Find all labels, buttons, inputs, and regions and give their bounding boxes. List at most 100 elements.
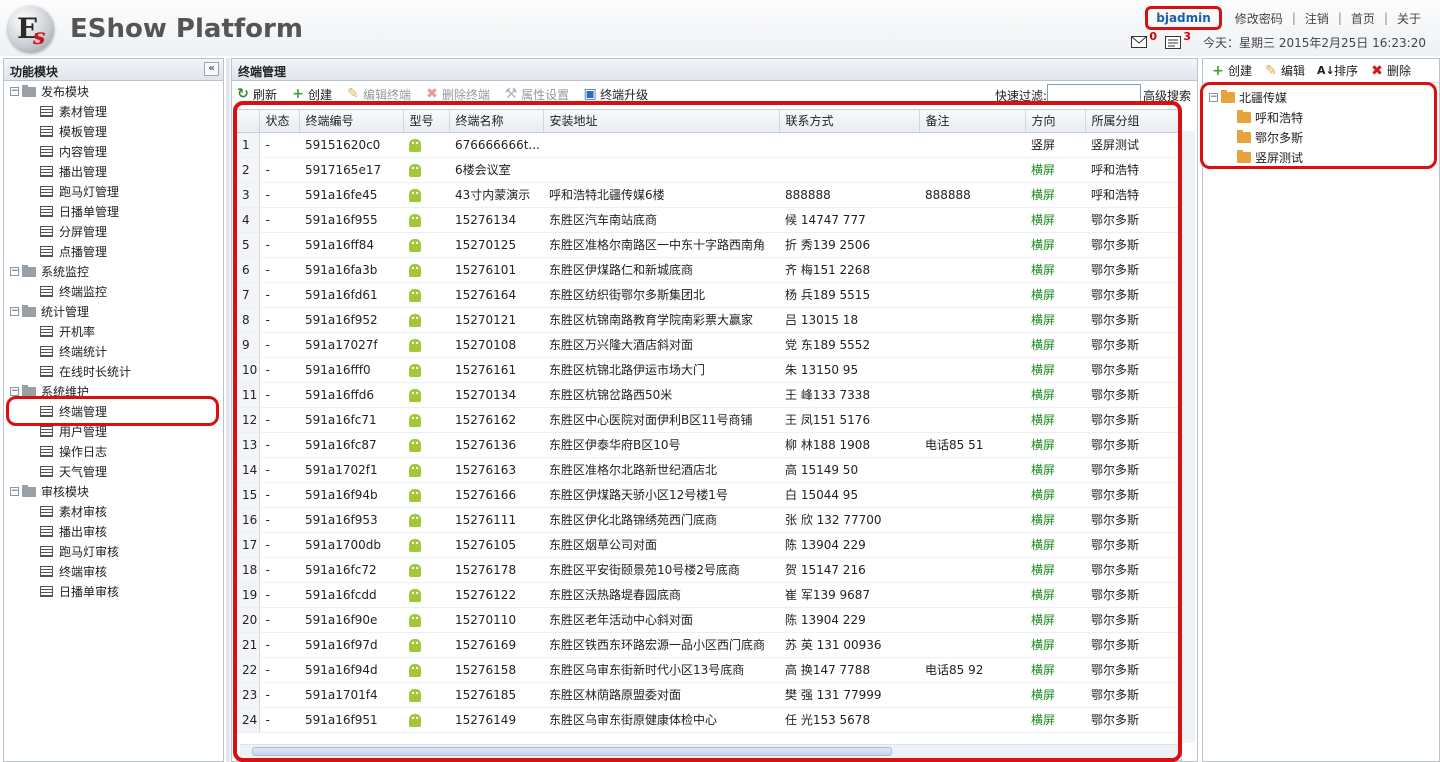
table-row[interactable]: 13-591a16fc87 15276136 东胜区伊泰华府B区10号柳 林188 … [237,432,1179,458]
logout-link[interactable]: 注销 [1296,10,1338,27]
table-row[interactable]: 24-591a16f951 15276149 东胜区乌审东街原健康体检中心任 光15… [237,707,1179,733]
module-item[interactable]: 跑马灯管理 [4,181,223,201]
horizontal-scrollbar[interactable] [240,744,1180,758]
column-header[interactable]: 联系方式 [779,110,920,133]
table-row[interactable]: 14-591a1702f1 15276163 东胜区准格尔北路新世纪酒店北高 151… [237,457,1179,483]
property-settings-button[interactable]: ⚒ 属性设置 [504,86,569,103]
quick-filter-input[interactable] [1047,84,1141,104]
delete-terminal-button[interactable]: ✖ 删除终端 [425,86,490,103]
module-group[interactable]: − 发布模块 [4,81,223,101]
scrollbar-thumb[interactable] [252,747,892,756]
refresh-button[interactable]: ↻ 刷新 [236,86,277,103]
table-row[interactable]: 10-591a16fff0 15276161 东胜区杭锦北路伊运市场大门朱 1315… [237,357,1179,383]
collapse-toggle-icon[interactable]: − [10,266,19,276]
module-group[interactable]: − 系统维护 [4,381,223,401]
collapse-toggle-icon[interactable]: − [10,86,19,96]
address-cell: 东胜区杭锦北路伊运市场大门 [543,357,779,383]
table-row[interactable]: 9-591a17027f 15270108 东胜区万兴隆大酒店斜对面党 东189 5… [237,332,1179,358]
table-row[interactable]: 20-591a16f90e 15270110 东胜区老年活动中心斜对面陈 13904… [237,607,1179,633]
table-row[interactable]: 7-591a16fd61 15276164 东胜区纺织街鄂尔多斯集团北杨 兵189 … [237,282,1179,308]
note-cell [919,132,1025,158]
table-row[interactable]: 21-591a16f97d 15276169 东胜区铁西东环路宏源一品小区西门底商苏… [237,632,1179,658]
module-item[interactable]: 开机率 [4,321,223,341]
module-item[interactable]: 模板管理 [4,121,223,141]
column-header[interactable]: 方向 [1025,110,1086,133]
module-item[interactable]: 内容管理 [4,141,223,161]
table-row[interactable]: 6-591a16fa3b 15276101 东胜区伊煤路仁和新城底商齐 梅151 2… [237,257,1179,283]
table-row[interactable]: 3-591a16fe45 43寸内蒙演示 呼和浩特北疆传媒6楼 888888 88888… [237,182,1179,208]
splitter[interactable] [226,58,230,762]
collapse-toggle-icon[interactable]: − [10,386,19,396]
module-item[interactable]: 素材管理 [4,101,223,121]
column-header[interactable] [237,110,260,133]
module-item[interactable]: 用户管理 [4,421,223,441]
home-link[interactable]: 首页 [1342,10,1384,27]
tree-child-node[interactable]: 竖屏测试 [1209,147,1439,167]
vertical-scrollbar[interactable] [1181,131,1195,743]
column-header[interactable]: 备注 [919,110,1026,133]
column-header[interactable]: 终端编号 [299,110,404,133]
contact-cell: 折 秀139 2506 [779,232,919,258]
group-delete-button[interactable]: ✖ 删除 [1370,62,1411,79]
table-row[interactable]: 8-591a16f952 15270121 东胜区杭锦南路教育学院南彩票大赢家吕 1… [237,307,1179,333]
collapse-toggle-icon[interactable]: − [1209,92,1218,102]
tree-child-node[interactable]: 鄂尔多斯 [1209,127,1439,147]
table-row[interactable]: 17-591a1700db 15276105 东胜区烟草公司对面陈 13904 22… [237,532,1179,558]
create-button[interactable]: + 创建 [291,86,332,103]
tree-child-node[interactable]: 呼和浩特 [1209,107,1439,127]
module-item[interactable]: 播出管理 [4,161,223,181]
table-row[interactable]: 18-591a16fc72 15276178 东胜区平安街颐景苑10号楼2号底商贺 … [237,557,1179,583]
column-header[interactable]: 型号 [403,110,450,133]
terminal-name-cell: 43寸内蒙演示 [449,182,543,208]
note-cell [919,607,1025,633]
current-user-link[interactable]: bjadmin [1145,6,1222,30]
table-row[interactable]: 5-591a16ff84 15270125 东胜区准格尔南路区一中东十字路西南角折 … [237,232,1179,258]
column-header[interactable]: 安装地址 [543,110,780,133]
module-item[interactable]: 操作日志 [4,441,223,461]
table-row[interactable]: 11-591a16ffd6 15270134 东胜区杭锦岔路西50米王 峰133 7… [237,382,1179,408]
change-password-link[interactable]: 修改密码 [1226,10,1292,27]
mail-icon[interactable]: 0 [1131,30,1157,50]
column-header[interactable]: 状态 [259,110,300,133]
terminal-upgrade-button[interactable]: ▣ 终端升级 [583,86,648,103]
module-item[interactable]: 点播管理 [4,241,223,261]
module-group[interactable]: − 统计管理 [4,301,223,321]
collapse-toggle-icon[interactable]: − [10,486,19,496]
module-group[interactable]: − 系统监控 [4,261,223,281]
module-item[interactable]: 终端监控 [4,281,223,301]
about-link[interactable]: 关于 [1388,10,1430,27]
table-row[interactable]: 15-591a16f94b 15276166 东胜区伊煤路天骄小区12号楼1号白 1… [237,482,1179,508]
message-icon[interactable]: 3 [1165,30,1191,50]
table-row[interactable]: 12-591a16fc71 15276162 东胜区中心医院对面伊利B区11号商铺王… [237,407,1179,433]
collapse-button[interactable]: « [204,62,219,76]
module-item[interactable]: 天气管理 [4,461,223,481]
column-header[interactable]: 所属分组 [1085,110,1180,133]
module-item[interactable]: 在线时长统计 [4,361,223,381]
advanced-search-link[interactable]: 高级搜索 [1143,87,1191,104]
module-group[interactable]: − 审核模块 [4,481,223,501]
module-item[interactable]: 终端审核 [4,561,223,581]
table-row[interactable]: 2-5917165e17 6楼会议室 横屏 呼和浩特 [237,157,1179,183]
edit-terminal-button[interactable]: ✎ 编辑终端 [346,86,411,103]
module-item[interactable]: 终端统计 [4,341,223,361]
table-row[interactable]: 1-59151620c0 676666666t... 竖屏 竖屏测试 [237,132,1179,158]
status-cell: - [259,657,299,683]
collapse-toggle-icon[interactable]: − [10,306,19,316]
table-row[interactable]: 16-591a16f953 15276111 东胜区伊化北路锦绣苑西门底商张 欣 1… [237,507,1179,533]
column-header[interactable]: 终端名称 [449,110,544,133]
module-item[interactable]: 跑马灯审核 [4,541,223,561]
table-row[interactable]: 19-591a16fcdd 15276122 东胜区沃热路堤春园底商崔 军139 9… [237,582,1179,608]
module-item[interactable]: 日播单管理 [4,201,223,221]
table-row[interactable]: 4-591a16f955 15276134 东胜区汽车南站底商候 14747 777… [237,207,1179,233]
table-row[interactable]: 23-591a1701f4 15276185 东胜区林荫路原盟委对面樊 强 131 … [237,682,1179,708]
module-item[interactable]: 素材审核 [4,501,223,521]
module-item[interactable]: 终端管理 [4,401,223,421]
module-item[interactable]: 日播单审核 [4,581,223,601]
group-edit-button[interactable]: ✎ 编辑 [1264,62,1305,79]
table-row[interactable]: 22-591a16f94d 15276158 东胜区乌审东街新时代小区13号底商高 … [237,657,1179,683]
module-item[interactable]: 分屏管理 [4,221,223,241]
group-create-button[interactable]: + 创建 [1211,62,1252,79]
group-sort-button[interactable]: A↓ 排序 [1317,62,1358,79]
tree-root-node[interactable]: − 北疆传媒 [1209,87,1439,107]
module-item[interactable]: 播出审核 [4,521,223,541]
